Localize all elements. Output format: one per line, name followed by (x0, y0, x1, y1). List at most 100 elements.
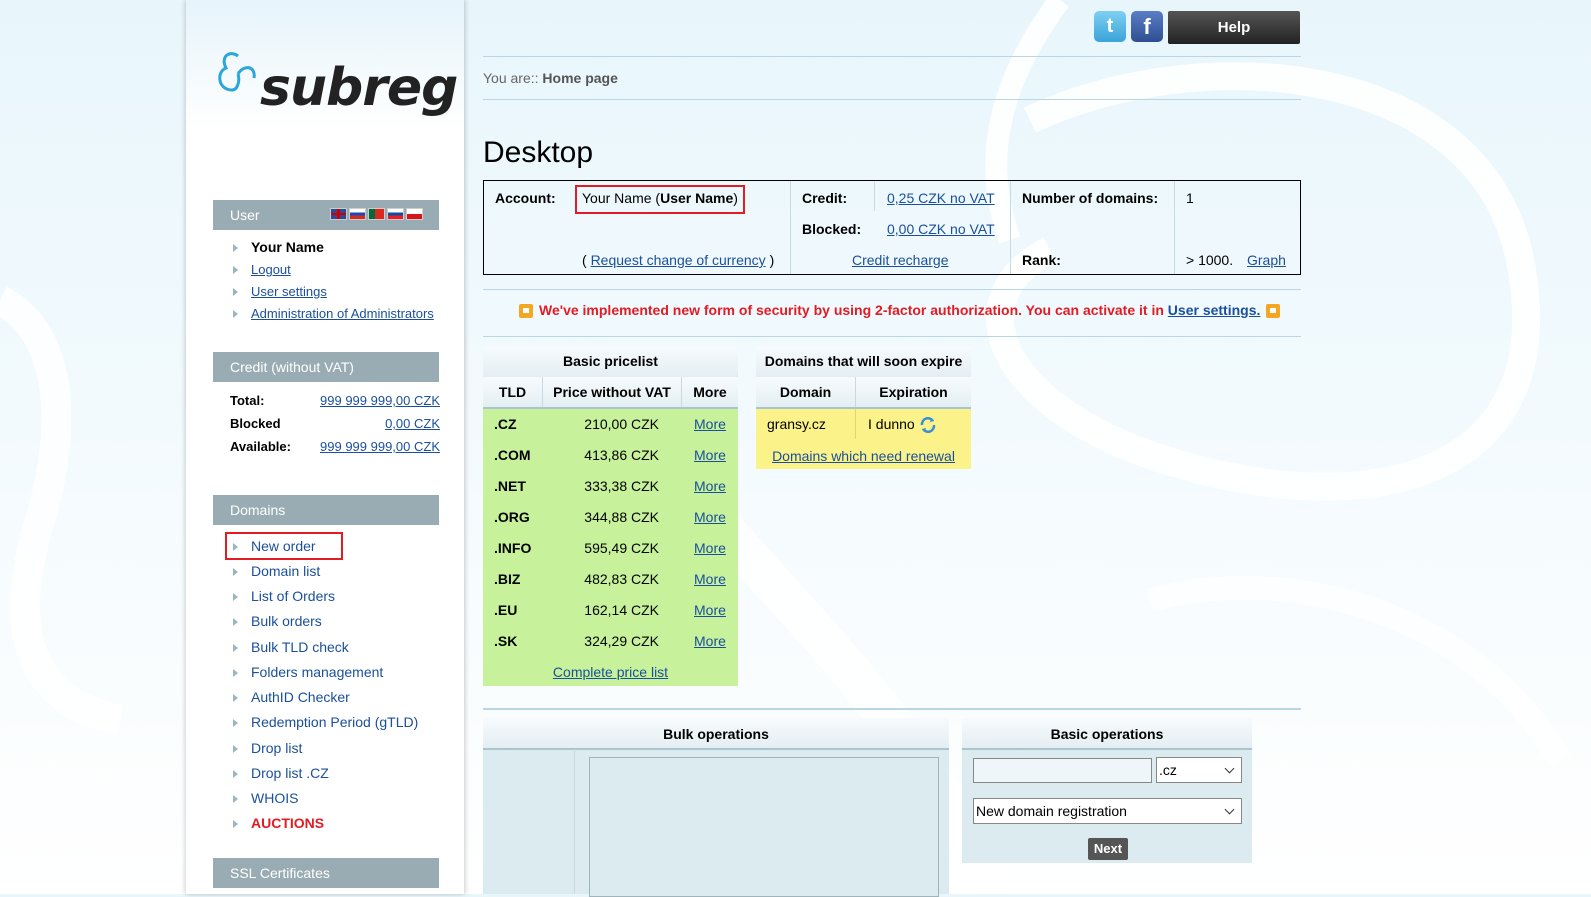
credit-section-heading: Credit (without VAT) (213, 352, 439, 382)
domains-need-renewal-link[interactable]: Domains which need renewal (756, 448, 971, 464)
pricelist-title: Basic pricelist (563, 353, 658, 369)
bullet-icon (233, 820, 238, 828)
expiring-date: I dunno (868, 416, 915, 432)
sidebar-item-drop-list-cz[interactable]: Drop list .CZ (251, 765, 329, 781)
sidebar-item-auctions[interactable]: AUCTIONS (251, 815, 324, 831)
sidebar-item-list-of-orders[interactable]: List of Orders (251, 588, 335, 604)
logout-link[interactable]: Logout (233, 262, 291, 277)
price-cell: 482,83 CZK (584, 571, 659, 587)
sidebar-item-whois[interactable]: WHOIS (251, 790, 298, 806)
help-button[interactable]: Help (1168, 11, 1300, 44)
bullet-icon (233, 745, 238, 753)
administration-link[interactable]: Administration of Administrators (251, 306, 434, 321)
cz-flag-icon[interactable] (406, 208, 423, 220)
sidebar-item-drop-list[interactable]: Drop list (251, 740, 302, 756)
complete-price-list-link[interactable]: Complete price list (483, 664, 738, 680)
sidebar-item-new-order[interactable]: New order (251, 538, 316, 554)
more-link[interactable]: More (694, 571, 726, 587)
sidebar-item-bulk-tld-check[interactable]: Bulk TLD check (251, 639, 349, 655)
request-currency-change-link[interactable]: Request change of currency (591, 252, 766, 268)
graph-link[interactable]: Graph (1247, 252, 1286, 268)
more-link[interactable]: More (694, 478, 726, 494)
subreg-logo[interactable]: subreg (216, 50, 458, 118)
twitter-icon[interactable]: t (1094, 11, 1126, 42)
renew-icon[interactable] (918, 415, 938, 435)
num-domains-value: 1 (1186, 190, 1194, 206)
more-link[interactable]: More (694, 509, 726, 525)
expiring-title: Domains that will soon expire (764, 353, 963, 369)
more-link[interactable]: More (694, 633, 726, 649)
pricelist-title-row: Basic pricelist (483, 346, 738, 378)
credit-label: Blocked (230, 416, 281, 431)
column-header: More (693, 384, 727, 400)
facebook-icon[interactable]: f (1131, 11, 1163, 42)
bullet-icon (233, 543, 238, 551)
more-link[interactable]: More (694, 416, 726, 432)
sidebar-item-authid-checker[interactable]: AuthID Checker (251, 689, 350, 705)
sidebar-item-redemption-period[interactable]: Redemption Period (gTLD) (251, 714, 418, 730)
bullet-icon (233, 719, 238, 727)
main-content: t f Help You are:: Home page Desktop Acc… (483, 0, 1301, 897)
credit-recharge-link[interactable]: Credit recharge (852, 252, 949, 268)
notice-text: We've implemented new form of security b… (539, 302, 1164, 318)
rank-label: Rank: (1022, 252, 1061, 268)
divider (874, 181, 875, 211)
tld-select[interactable]: .cz (1156, 757, 1242, 783)
bullet-icon (233, 795, 238, 803)
tld-cell: .CZ (494, 416, 517, 432)
security-notice: We've implemented new form of security b… (513, 302, 1286, 319)
table-row: .CZ 210,00 CZK More (483, 409, 738, 440)
bullet-icon (233, 770, 238, 778)
paren-close: ) (769, 252, 775, 268)
gb-flag-icon[interactable] (330, 208, 347, 220)
column-header: Expiration (879, 384, 948, 400)
pt-flag-icon[interactable] (368, 208, 385, 220)
chevron-down-icon (1224, 763, 1235, 774)
column-header: Price without VAT (553, 384, 671, 400)
notice-user-settings-link[interactable]: User settings. (1168, 302, 1261, 318)
tld-cell: .NET (494, 478, 526, 494)
bullet-icon (233, 568, 238, 576)
bullet-icon (233, 694, 238, 702)
account-username: User Name (660, 190, 734, 206)
operation-select[interactable]: New domain registration (973, 798, 1242, 824)
sidebar-item-bulk-orders[interactable]: Bulk orders (251, 613, 322, 629)
operation-select-value: New domain registration (976, 803, 1127, 819)
account-name: Your Name (User Name) (582, 190, 738, 206)
domain-name-input[interactable] (973, 758, 1152, 783)
ru-flag-icon[interactable] (349, 208, 366, 220)
more-link[interactable]: More (694, 602, 726, 618)
next-button[interactable]: Next (1088, 838, 1128, 860)
expiring-domain: gransy.cz (767, 416, 826, 432)
expiring-title-row: Domains that will soon expire (756, 346, 971, 378)
language-flags (330, 208, 423, 220)
bulk-domains-textarea[interactable] (589, 757, 939, 897)
bullet-icon (233, 288, 238, 296)
table-row: .NET 333,38 CZK More (483, 471, 738, 502)
account-label: Account: (495, 190, 556, 206)
credit-value-link[interactable]: 0,00 CZK (385, 416, 440, 431)
credit-value-link[interactable]: 999 999 999,00 CZK (320, 439, 440, 454)
breadcrumb-prefix: You are:: (483, 70, 539, 86)
sidebar: subreg User Your Name Logout User settin… (186, 0, 464, 894)
expiring-body: gransy.cz I dunno Domains which need ren… (756, 409, 971, 469)
sidebar-item-domain-list[interactable]: Domain list (251, 563, 320, 579)
tld-cell: .EU (494, 602, 518, 618)
breadcrumb-current: Home page (542, 70, 618, 86)
user-settings-link[interactable]: User settings (251, 284, 327, 299)
sidebar-item-folders-management[interactable]: Folders management (251, 664, 383, 680)
pricelist-header-row: TLD Price without VAT More (483, 377, 738, 409)
blocked-value-link[interactable]: 0,00 CZK no VAT (887, 221, 995, 237)
credit-row-available: Available: 999 999 999,00 CZK (230, 439, 440, 454)
credit-value-link[interactable]: 0,25 CZK no VAT (887, 190, 995, 206)
more-link[interactable]: More (694, 540, 726, 556)
credit-label: Credit: (802, 190, 848, 206)
divider (483, 708, 1301, 710)
bullet-icon (233, 266, 238, 274)
basic-operations-title: Basic operations (1050, 726, 1164, 742)
sk-flag-icon[interactable] (387, 208, 404, 220)
bullet-icon (233, 310, 238, 318)
more-link[interactable]: More (694, 447, 726, 463)
credit-value-link[interactable]: 999 999 999,00 CZK (320, 393, 440, 408)
divider (483, 56, 1301, 57)
